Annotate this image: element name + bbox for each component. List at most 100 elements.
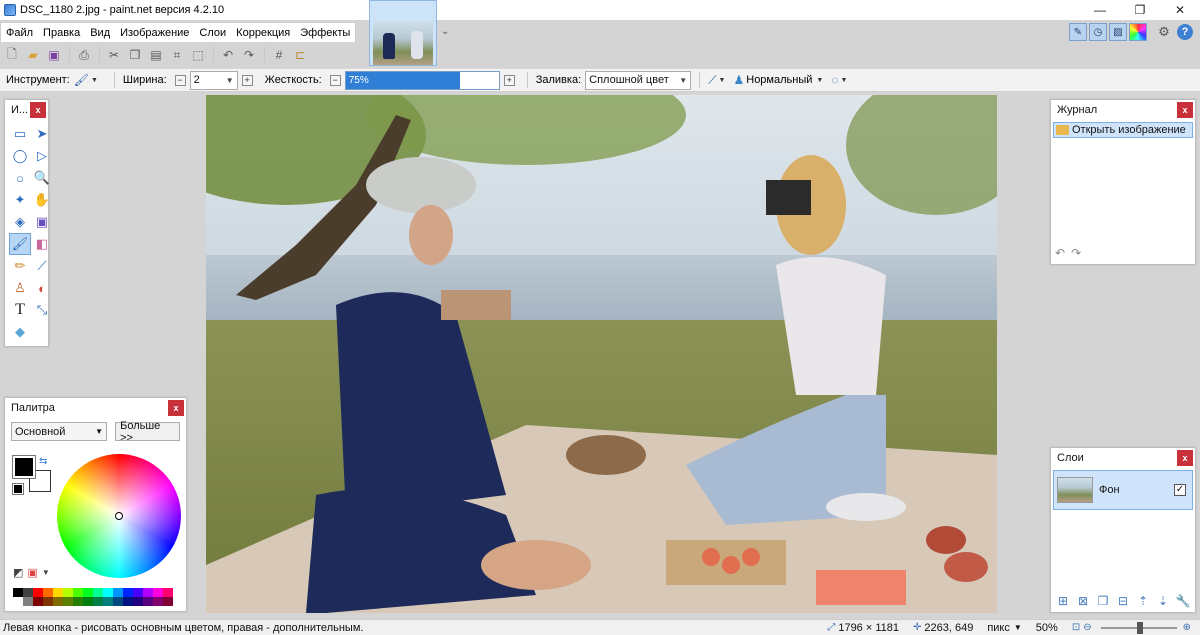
tools-toggle-icon[interactable]: ✎ <box>1069 23 1087 41</box>
open-icon[interactable]: ▰ <box>25 47 41 63</box>
hardness-decrease-button[interactable]: − <box>329 74 341 86</box>
primary-color-swatch[interactable] <box>12 455 36 479</box>
swap-colors-icon[interactable]: ⇆ <box>39 456 47 467</box>
maximize-button[interactable]: ❐ <box>1120 0 1160 20</box>
palette-swatch[interactable] <box>63 597 73 606</box>
palette-mode-select[interactable]: Основной ▼ <box>11 422 108 441</box>
chevron-down-icon[interactable]: ▼ <box>840 77 847 84</box>
palette-swatch[interactable] <box>123 597 133 606</box>
pan-icon[interactable]: ✋ <box>31 189 53 211</box>
more-button[interactable]: Больше >> <box>115 420 180 444</box>
palette-swatch[interactable] <box>83 588 93 597</box>
layer-properties-icon[interactable]: 🔧 <box>1175 593 1191 609</box>
chevron-down-icon[interactable]: ▼ <box>719 77 726 84</box>
palette-swatch[interactable] <box>103 597 113 606</box>
recolor-icon[interactable]: ◐ <box>31 277 53 299</box>
help-icon[interactable]: ? <box>1177 24 1193 40</box>
palette-swatch[interactable] <box>113 588 123 597</box>
zoom-slider[interactable] <box>1100 621 1177 634</box>
redo-icon[interactable]: ↷ <box>1071 246 1081 260</box>
history-toggle-icon[interactable]: ◷ <box>1089 23 1107 41</box>
units-select[interactable]: пикс ▼ <box>987 622 1021 634</box>
palette-swatch[interactable] <box>13 588 23 597</box>
palette-swatch[interactable] <box>163 588 173 597</box>
palette-swatch[interactable] <box>13 597 23 606</box>
paintbrush-icon[interactable]: 🖌 <box>9 233 31 255</box>
palette-swatch[interactable] <box>143 588 153 597</box>
zoom-in-icon[interactable]: ⊕ <box>1183 622 1191 633</box>
width-increase-button[interactable]: + <box>241 74 253 86</box>
shapes-icon[interactable]: ◆ <box>9 321 31 343</box>
palette-swatch[interactable] <box>33 597 43 606</box>
grid-icon[interactable]: # <box>271 47 287 63</box>
palette-icon[interactable]: ▣ <box>27 566 37 579</box>
menu-image[interactable]: Изображение <box>115 23 194 43</box>
pencil-icon[interactable]: ✏ <box>9 255 31 277</box>
colors-toggle-icon[interactable] <box>1129 23 1147 41</box>
ellipse-select-icon[interactable]: ○ <box>9 167 31 189</box>
image-tab[interactable] <box>369 0 437 66</box>
palette-swatch[interactable] <box>153 597 163 606</box>
add-layer-icon[interactable]: ⊞ <box>1055 593 1071 609</box>
reset-colors-icon[interactable] <box>12 483 24 495</box>
zoom-out-icon[interactable]: ⊖ <box>1083 622 1091 633</box>
new-icon[interactable]: 🗋 <box>4 47 20 63</box>
move-layer-up-icon[interactable]: ⇡ <box>1135 593 1151 609</box>
palette-swatch[interactable] <box>73 588 83 597</box>
magic-wand-icon[interactable]: ✦ <box>9 189 31 211</box>
duplicate-layer-icon[interactable]: ❐ <box>1095 593 1111 609</box>
palette-swatch[interactable] <box>63 588 73 597</box>
cut-icon[interactable]: ✂ <box>106 47 122 63</box>
close-button[interactable]: ✕ <box>1160 0 1200 20</box>
gradient-icon[interactable]: ▣ <box>31 211 53 233</box>
antialias-icon[interactable]: ⟋ <box>708 73 716 88</box>
save-icon[interactable]: ▣ <box>46 47 62 63</box>
palette-swatch[interactable] <box>93 588 103 597</box>
lasso-icon[interactable]: ◯ <box>9 145 31 167</box>
text-icon[interactable]: T <box>9 299 31 321</box>
zoom-slider-thumb[interactable] <box>1136 621 1143 634</box>
close-icon[interactable]: x <box>1177 102 1193 118</box>
width-select[interactable]: 2 ▼ <box>189 70 238 90</box>
undo-icon[interactable]: ↶ <box>1055 246 1065 260</box>
clone-stamp-icon[interactable]: ♙ <box>9 277 31 299</box>
palette-swatch[interactable] <box>43 597 53 606</box>
image-canvas[interactable] <box>206 95 997 613</box>
blend-mode-value[interactable]: Нормальный <box>746 74 812 86</box>
black-white-icon[interactable]: ◩ <box>13 566 23 579</box>
palette-swatch[interactable] <box>33 588 43 597</box>
crop-icon[interactable]: ⌗ <box>169 47 185 63</box>
palette-swatch[interactable] <box>43 588 53 597</box>
palette-swatch[interactable] <box>133 597 143 606</box>
selection-mode-icon[interactable]: ◌ <box>831 73 838 87</box>
palette-swatch[interactable] <box>53 597 63 606</box>
paintbrush-icon[interactable]: 🖌 <box>74 73 89 87</box>
chevron-down-icon[interactable]: ▼ <box>91 77 98 84</box>
blend-mode-icon[interactable]: ♟ <box>733 73 744 87</box>
minimize-button[interactable]: — <box>1080 0 1120 20</box>
palette-swatch[interactable] <box>113 597 123 606</box>
palette-swatch[interactable] <box>53 588 63 597</box>
close-icon[interactable]: x <box>168 400 184 416</box>
width-decrease-button[interactable]: − <box>174 74 186 86</box>
merge-layer-icon[interactable]: ⊟ <box>1115 593 1131 609</box>
menu-file[interactable]: Файл <box>1 23 38 43</box>
ruler-icon[interactable]: ⊏ <box>292 47 308 63</box>
palette-swatch[interactable] <box>23 588 33 597</box>
layers-toggle-icon[interactable]: ▨ <box>1109 23 1127 41</box>
palette-swatch[interactable] <box>73 597 83 606</box>
palette-swatch[interactable] <box>103 588 113 597</box>
palette-swatch[interactable] <box>23 597 33 606</box>
gear-icon[interactable]: ⚙ <box>1155 23 1173 41</box>
menu-edit[interactable]: Правка <box>38 23 85 43</box>
move-layer-down-icon[interactable]: ⇣ <box>1155 593 1171 609</box>
line-curve-icon[interactable]: ⤡ <box>31 299 53 321</box>
copy-icon[interactable]: ❐ <box>127 47 143 63</box>
hardness-increase-button[interactable]: + <box>503 74 515 86</box>
chevron-down-icon[interactable]: ⌄ <box>441 26 449 37</box>
chevron-down-icon[interactable]: ▼ <box>42 568 50 577</box>
palette-swatch[interactable] <box>93 597 103 606</box>
undo-icon[interactable]: ↶ <box>220 47 236 63</box>
eraser-icon[interactable]: ◧ <box>31 233 53 255</box>
close-icon[interactable]: x <box>1177 450 1193 466</box>
